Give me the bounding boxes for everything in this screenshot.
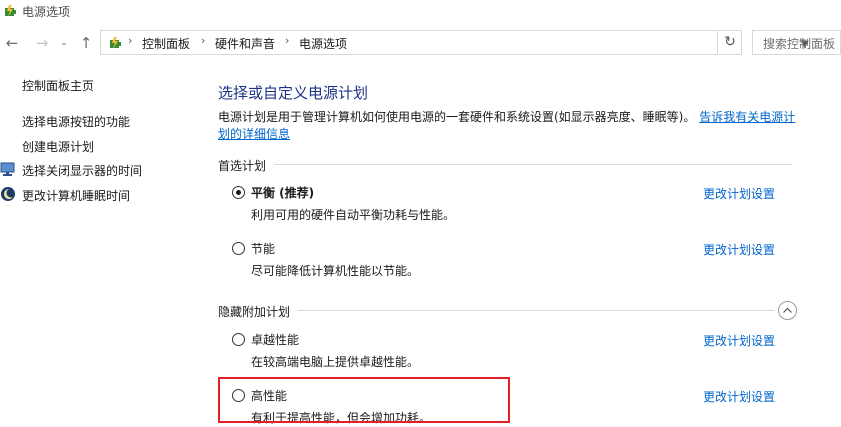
address-bar[interactable]: › 控制面板 › 硬件和声音 › 电源选项 ▼ — [100, 30, 809, 55]
title-bar: 电源选项 — [0, 0, 841, 24]
preferred-plans-label: 首选计划 — [218, 157, 275, 174]
power-options-icon — [5, 5, 16, 17]
breadcrumb-separator-icon: › — [285, 34, 290, 47]
plan-balanced-change-link[interactable]: 更改计划设置 — [703, 185, 775, 202]
plan-ultimate-name[interactable]: 卓越性能 — [251, 331, 299, 348]
breadcrumb-separator-icon: › — [128, 34, 133, 47]
page-title: 选择或自定义电源计划 — [218, 84, 369, 102]
group-divider — [218, 164, 792, 165]
breadcrumb-separator-icon: › — [201, 34, 206, 47]
plan-ultimate-change-link[interactable]: 更改计划设置 — [703, 332, 775, 349]
refresh-icon[interactable]: ↻ — [719, 30, 742, 55]
plan-power-saver-name[interactable]: 节能 — [251, 240, 275, 257]
plan-power-saver-radio[interactable] — [232, 242, 245, 255]
arrow-right-icon[interactable]: → — [33, 32, 51, 54]
plan-power-saver-change-link[interactable]: 更改计划设置 — [703, 241, 775, 258]
plan-balanced-radio[interactable] — [232, 186, 245, 199]
sidebar-item-display-off[interactable]: 选择关闭显示器的时间 — [22, 162, 142, 179]
page-description: 电源计划是用于管理计算机如何使用电源的一套硬件和系统设置(如显示器亮度、睡眠等)… — [218, 109, 798, 143]
arrow-left-icon[interactable]: ← — [3, 32, 21, 54]
search-input[interactable]: 搜索控制面板 — [752, 30, 841, 55]
navigation-bar: ← → ⌄ ↑ › 控制面板 › 硬件和声音 › 电源选项 ▼ ↻ 搜索控制面板 — [0, 30, 841, 56]
breadcrumb-hardware-sound[interactable]: 硬件和声音 — [215, 35, 275, 52]
monitor-icon — [0, 162, 15, 176]
plan-high-performance-change-link[interactable]: 更改计划设置 — [703, 388, 775, 405]
sidebar-item-power-button[interactable]: 选择电源按钮的功能 — [22, 113, 130, 130]
chevron-up-icon — [783, 307, 792, 313]
moon-icon — [1, 187, 15, 201]
sidebar-item-sleep-time[interactable]: 更改计算机睡眠时间 — [22, 187, 130, 204]
chevron-down-icon[interactable]: ⌄ — [57, 32, 71, 54]
plan-ultimate-radio[interactable] — [232, 333, 245, 346]
breadcrumb-power-options[interactable]: 电源选项 — [299, 35, 347, 52]
sidebar-item-create-plan[interactable]: 创建电源计划 — [22, 138, 94, 155]
plan-balanced-desc: 利用可用的硬件自动平衡功耗与性能。 — [251, 208, 456, 222]
radio-selected-dot — [236, 190, 241, 195]
plan-ultimate-desc: 在较高端电脑上提供卓越性能。 — [251, 355, 420, 369]
sidebar-home-link[interactable]: 控制面板主页 — [22, 77, 94, 94]
chevron-up-circle-icon[interactable] — [778, 301, 797, 320]
group-divider — [218, 310, 774, 311]
highlight-box — [218, 377, 510, 423]
arrow-up-icon[interactable]: ↑ — [77, 32, 95, 54]
plan-balanced-name[interactable]: 平衡 (推荐) — [251, 184, 314, 201]
hidden-plans-label[interactable]: 隐藏附加计划 — [218, 303, 299, 320]
plan-power-saver-desc: 尽可能降低计算机性能以节能。 — [251, 264, 420, 278]
control-panel-icon — [110, 37, 121, 49]
description-text: 电源计划是用于管理计算机如何使用电源的一套硬件和系统设置(如显示器亮度、睡眠等)… — [218, 110, 696, 124]
breadcrumb-control-panel[interactable]: 控制面板 — [142, 35, 190, 52]
window-title: 电源选项 — [22, 5, 71, 19]
